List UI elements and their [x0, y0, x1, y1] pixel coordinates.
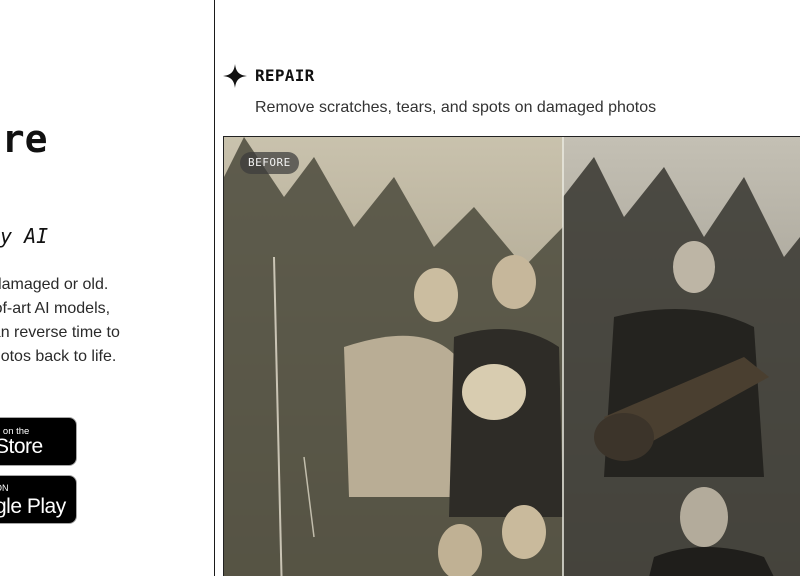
vintage-photo: [224, 137, 800, 576]
google-play-label: gle Play: [0, 495, 66, 518]
compare-slider-handle[interactable]: [562, 137, 564, 576]
hero-title-line-2: to: [0, 164, 48, 214]
google-play-caption: ON: [0, 483, 9, 493]
before-badge: BEFORE: [240, 152, 299, 174]
google-play-button[interactable]: ON gle Play: [0, 475, 77, 524]
hero-description-line: ld photos back to life.: [0, 348, 117, 365]
app-store-label: Store: [0, 435, 43, 458]
hero-title-line-1: tore: [0, 117, 48, 161]
sparkle-icon: [223, 64, 247, 88]
hero-description-line: ate-of-art AI models,: [0, 300, 111, 317]
feature-subtitle: Remove scratches, tears, and spots on da…: [255, 99, 657, 116]
hero-title: tore to: [0, 114, 48, 214]
hero-description-line: to can reverse time to: [0, 324, 120, 341]
hero-description: too damaged or old. ate-of-art AI models…: [0, 273, 120, 369]
hero-section: tore to By AI too damaged or old. ate-of…: [0, 0, 214, 576]
column-divider: [214, 0, 215, 576]
feature-title: REPAIR: [255, 66, 315, 85]
hero-tagline: By AI: [0, 224, 49, 248]
before-after-photo[interactable]: BEFORE: [223, 136, 800, 576]
hero-description-line: too damaged or old.: [0, 276, 109, 293]
app-store-button[interactable]: d on the Store: [0, 417, 77, 466]
